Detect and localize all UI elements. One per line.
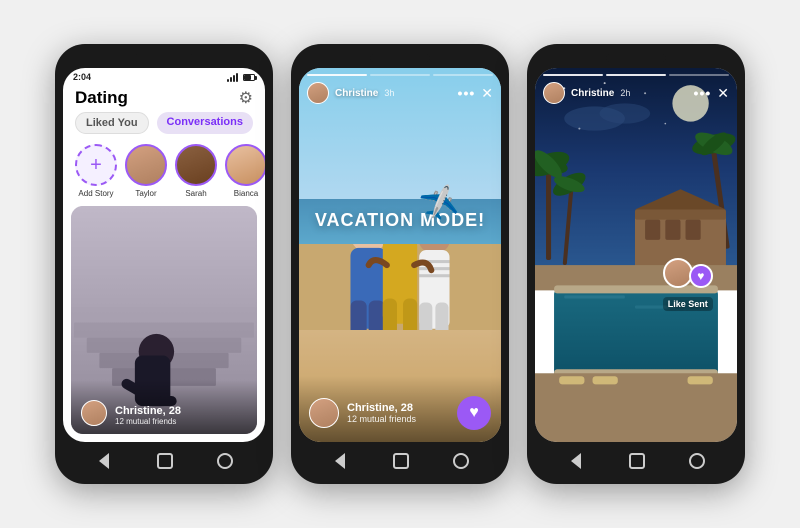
p3-story-progress xyxy=(543,74,729,76)
p3-progress-1 xyxy=(543,74,603,76)
screen-2: VACATION MODE! ✈️ Christine 3h ••• ✕ xyxy=(299,68,501,442)
add-story-label: Add Story xyxy=(78,189,113,198)
story-profile-name: Christine, 28 xyxy=(347,402,449,414)
taylor-avatar[interactable] xyxy=(125,144,167,186)
p3-progress-3 xyxy=(669,74,729,76)
story-time: 3h xyxy=(384,88,394,98)
p3-story-time: 2h xyxy=(620,88,630,98)
p3-story-username: Christine xyxy=(571,88,614,99)
back-button-2[interactable] xyxy=(331,452,349,470)
recents-button-3[interactable] xyxy=(689,453,705,469)
card-overlay: Christine, 28 12 mutual friends xyxy=(71,380,257,434)
p3-more-icon[interactable]: ••• xyxy=(694,85,712,101)
app-header: Dating ⚙ xyxy=(63,84,265,112)
tab-liked-you[interactable]: Liked You xyxy=(75,112,149,134)
close-icon[interactable]: ✕ xyxy=(481,85,493,102)
profile-mini-avatar xyxy=(81,400,107,426)
battery-icon xyxy=(243,74,255,81)
story-actions: ••• ✕ xyxy=(458,85,493,102)
app-title: Dating xyxy=(75,88,128,108)
resort-bg: Christine 2h ••• ✕ ♥ Like Sent xyxy=(535,68,737,442)
card-background: Christine, 28 12 mutual friends xyxy=(71,206,257,434)
p3-close-icon[interactable]: ✕ xyxy=(717,85,729,102)
profile-name: Christine, 28 xyxy=(115,405,181,417)
signal-icon xyxy=(227,73,238,82)
story-bottom: Christine, 28 12 mutual friends ♥ xyxy=(299,376,501,442)
like-sent-badge: ♥ Like Sent xyxy=(663,258,713,311)
settings-icon[interactable]: ⚙ xyxy=(239,88,253,108)
resort-illustration xyxy=(535,68,737,442)
screen-3: Christine 2h ••• ✕ ♥ Like Sent xyxy=(535,68,737,442)
p3-story-user-row: Christine 2h ••• ✕ xyxy=(543,82,729,104)
notch-2 xyxy=(370,54,430,62)
story-user-row: Christine 3h ••• ✕ xyxy=(307,82,493,104)
story-profile-avatar xyxy=(309,398,339,428)
phone-3: Christine 2h ••• ✕ ♥ Like Sent xyxy=(527,44,745,484)
progress-3 xyxy=(433,74,493,76)
tab-conversations[interactable]: Conversations xyxy=(157,112,253,134)
like-sent-label: Like Sent xyxy=(663,297,713,311)
screen-1: 2:04 Dating ⚙ Liked You Conversations xyxy=(63,68,265,442)
status-icons xyxy=(227,73,255,82)
more-icon[interactable]: ••• xyxy=(458,85,476,101)
sarah-avatar[interactable] xyxy=(175,144,217,186)
profile-card[interactable]: Christine, 28 12 mutual friends xyxy=(71,206,257,434)
nav-bar-3 xyxy=(535,446,737,474)
nav-bar-2 xyxy=(299,446,501,474)
story-top-bar: Christine 3h ••• ✕ xyxy=(299,68,501,108)
story-avatar xyxy=(307,82,329,104)
story-profile-row: Christine, 28 12 mutual friends ♥ xyxy=(309,396,491,430)
p3-story-actions: ••• ✕ xyxy=(694,85,729,102)
back-button-3[interactable] xyxy=(567,452,585,470)
story-profile-info: Christine, 28 12 mutual friends xyxy=(347,402,449,424)
stories-row: + Add Story Taylor Sarah Bianca xyxy=(63,140,265,206)
recents-button-1[interactable] xyxy=(217,453,233,469)
resort-screen: Christine 2h ••• ✕ ♥ Like Sent xyxy=(535,68,737,442)
home-button-2[interactable] xyxy=(393,453,409,469)
story-sarah[interactable]: Sarah xyxy=(175,144,217,198)
heart-button[interactable]: ♥ xyxy=(457,396,491,430)
story-add[interactable]: + Add Story xyxy=(75,144,117,198)
progress-1 xyxy=(307,74,367,76)
story-bianca[interactable]: Bianca xyxy=(225,144,265,198)
taylor-label: Taylor xyxy=(135,189,156,198)
story-taylor[interactable]: Taylor xyxy=(125,144,167,198)
progress-2 xyxy=(370,74,430,76)
phone-1: 2:04 Dating ⚙ Liked You Conversations xyxy=(55,44,273,484)
tab-row: Liked You Conversations xyxy=(63,112,265,140)
status-bar-1: 2:04 xyxy=(63,68,265,84)
notch-1 xyxy=(134,54,194,62)
story-profile-mutual: 12 mutual friends xyxy=(347,414,449,424)
p3-story-avatar xyxy=(543,82,565,104)
nav-bar-1 xyxy=(63,446,265,474)
profile-info: Christine, 28 12 mutual friends xyxy=(115,405,181,426)
story-username: Christine xyxy=(335,88,378,99)
profile-mutual: 12 mutual friends xyxy=(115,417,181,426)
notch-3 xyxy=(606,54,666,62)
home-button-3[interactable] xyxy=(629,453,645,469)
story-progress xyxy=(307,74,493,76)
back-button-1[interactable] xyxy=(95,452,113,470)
p3-story-top-bar: Christine 2h ••• ✕ xyxy=(535,68,737,108)
like-heart-icon: ♥ xyxy=(689,264,713,288)
p3-progress-2 xyxy=(606,74,666,76)
home-button-1[interactable] xyxy=(157,453,173,469)
like-avatar-stack: ♥ xyxy=(663,258,713,294)
bianca-label: Bianca xyxy=(234,189,258,198)
recents-button-2[interactable] xyxy=(453,453,469,469)
time-display: 2:04 xyxy=(73,72,91,82)
add-story-button[interactable]: + xyxy=(75,144,117,186)
phone-2: VACATION MODE! ✈️ Christine 3h ••• ✕ xyxy=(291,44,509,484)
story-screen: VACATION MODE! ✈️ Christine 3h ••• ✕ xyxy=(299,68,501,442)
bianca-avatar[interactable] xyxy=(225,144,265,186)
sarah-label: Sarah xyxy=(185,189,206,198)
